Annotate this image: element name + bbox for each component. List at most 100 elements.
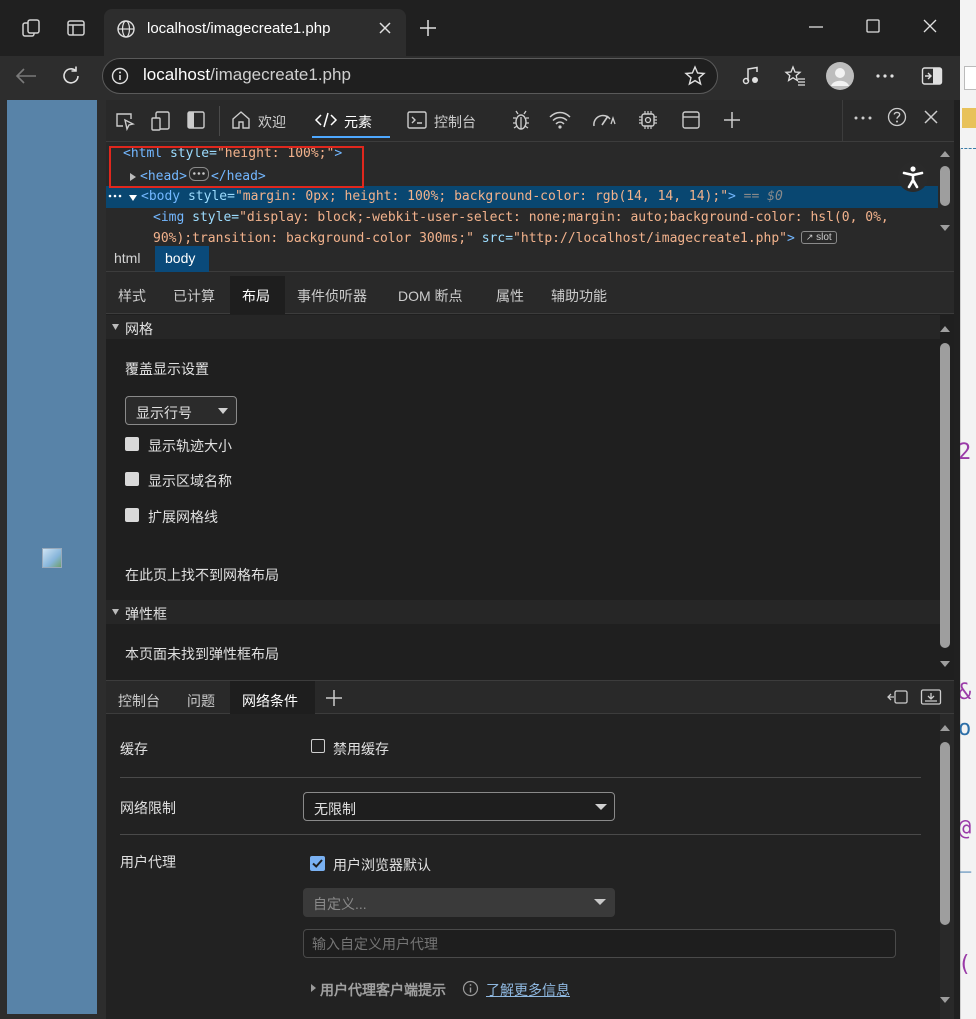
layout-scroll-up-icon[interactable]: [939, 325, 951, 333]
ua-default-label: 用户浏览器默认: [333, 857, 431, 873]
sources-bug-icon[interactable]: [510, 109, 532, 131]
network-conditions-panel: [106, 714, 940, 1019]
devtools-more-icon[interactable]: [853, 115, 873, 121]
subtab-styles[interactable]: 样式: [118, 286, 146, 306]
disable-cache-checkbox[interactable]: [311, 739, 325, 753]
refresh-icon[interactable]: [60, 65, 82, 87]
url-host: localhost: [143, 65, 211, 84]
minimize-icon[interactable]: [808, 19, 824, 35]
drawer-dock-icon[interactable]: [920, 688, 942, 706]
maximize-icon[interactable]: [865, 18, 881, 34]
active-tab-indicator: [312, 136, 390, 138]
window-close-icon[interactable]: [922, 18, 938, 34]
dom-img-node-line2[interactable]: 90%);transition: background-color 300ms;…: [153, 231, 837, 245]
tab-welcome[interactable]: 欢迎: [230, 108, 290, 134]
dom-body-node[interactable]: <body style="margin: 0px; height: 100%; …: [141, 189, 783, 204]
drawer-scroll-up-icon[interactable]: [939, 724, 951, 732]
chevron-down-icon: [593, 898, 607, 906]
body-attr-value: "margin: 0px; height: 100%; background-c…: [234, 189, 729, 204]
ua-custom-value: 自定义...: [313, 896, 367, 912]
ua-client-hints-label[interactable]: 用户代理客户端提示: [320, 980, 446, 1000]
selected-node-marker: == $0: [735, 189, 783, 204]
drawer-tab-console[interactable]: 控制台: [118, 691, 160, 711]
subtab-dom-breakpoints[interactable]: DOM 断点: [398, 286, 463, 306]
drawer-tab-issues[interactable]: 问题: [187, 691, 215, 711]
devtools-close-icon[interactable]: [923, 109, 939, 125]
learn-more-link[interactable]: 了解更多信息: [486, 980, 570, 1000]
layout-scrollbar-thumb[interactable]: [940, 343, 950, 648]
profile-avatar[interactable]: [826, 62, 854, 90]
throttling-select[interactable]: 无限制: [303, 792, 615, 821]
favorites-icon[interactable]: [784, 65, 806, 87]
overlay-settings-label: 覆盖显示设置: [125, 361, 209, 377]
layout-scroll-down-icon[interactable]: [939, 660, 951, 668]
toggle-sidebar-icon[interactable]: [186, 110, 206, 130]
subtab-computed[interactable]: 已计算: [173, 286, 215, 306]
media-control-icon[interactable]: [741, 66, 761, 86]
broken-image-icon: [42, 548, 62, 568]
memory-chip-icon[interactable]: [637, 109, 659, 131]
subtab-event-listeners[interactable]: 事件侦听器: [297, 286, 367, 306]
tab-welcome-label: 欢迎: [258, 114, 286, 130]
drawer-move-icon[interactable]: [887, 688, 909, 706]
drawer-tab-network-conditions[interactable]: 网络条件: [242, 691, 298, 711]
subtab-properties[interactable]: 属性: [496, 286, 524, 306]
subtab-layout[interactable]: 布局: [242, 286, 270, 306]
grid-line-labels-value: 显示行号: [136, 405, 192, 421]
device-emulation-icon[interactable]: [150, 110, 172, 132]
collapse-body-triangle-icon[interactable]: [128, 194, 138, 202]
node-actions-ellipsis-icon[interactable]: [108, 194, 122, 198]
url-text[interactable]: localhost/imagecreate1.php: [143, 65, 351, 85]
ua-custom-select[interactable]: 自定义...: [303, 888, 615, 917]
more-tools-plus-icon[interactable]: [723, 111, 741, 129]
extend-lines-checkbox[interactable]: [125, 508, 139, 522]
flex-section-title: 弹性框: [125, 606, 167, 622]
application-panel-icon[interactable]: [681, 110, 701, 130]
grid-collapse-triangle-icon[interactable]: [111, 323, 120, 331]
accessibility-person-icon[interactable]: [897, 161, 929, 193]
track-sizes-checkbox[interactable]: [125, 437, 139, 451]
drawer-add-tab-icon[interactable]: [325, 689, 343, 707]
tab-actions-icon[interactable]: [66, 18, 86, 38]
chevron-down-icon: [594, 803, 608, 811]
performance-gauge-icon[interactable]: [591, 110, 617, 130]
help-icon[interactable]: [887, 107, 907, 127]
dom-scroll-up-icon[interactable]: [939, 150, 951, 158]
drawer-scrollbar-thumb[interactable]: [940, 742, 950, 925]
breadcrumb-html[interactable]: html: [114, 250, 140, 266]
img-style-attr: style=: [184, 210, 240, 225]
grid-line-labels-select[interactable]: 显示行号: [125, 396, 237, 425]
back-icon[interactable]: [14, 66, 38, 86]
img-style-value-cont: 90%);transition: background-color 300ms;…: [153, 231, 474, 245]
dom-scrollbar-thumb[interactable]: [940, 166, 950, 206]
inspect-element-icon[interactable]: [114, 111, 136, 131]
favorite-star-icon[interactable]: [684, 65, 706, 87]
ua-hints-triangle-icon[interactable]: [310, 983, 317, 993]
tab-close-icon[interactable]: [378, 21, 392, 35]
network-wifi-icon[interactable]: [548, 110, 572, 130]
breadcrumb: [106, 246, 954, 272]
breadcrumb-body[interactable]: body: [165, 250, 195, 266]
disable-cache-label: 禁用缓存: [333, 741, 389, 757]
tab-console[interactable]: 控制台: [406, 108, 486, 134]
tab-elements-label: 元素: [344, 114, 372, 130]
dom-img-node[interactable]: <img style="display: block;-webkit-user-…: [153, 210, 889, 225]
area-names-checkbox[interactable]: [125, 472, 139, 486]
drawer-scroll-down-icon[interactable]: [939, 996, 951, 1004]
tab-elements[interactable]: 元素: [312, 108, 390, 138]
flex-collapse-triangle-icon[interactable]: [111, 608, 120, 616]
ua-default-checkbox[interactable]: [310, 856, 325, 871]
flex-section-header[interactable]: [106, 600, 940, 624]
grid-section-header[interactable]: [106, 315, 940, 339]
subtab-accessibility[interactable]: 辅助功能: [551, 286, 607, 306]
slot-badge[interactable]: ↗ slot: [800, 231, 837, 244]
more-menu-icon[interactable]: [875, 73, 895, 79]
new-tab-icon[interactable]: [418, 18, 438, 38]
workspaces-icon[interactable]: [20, 17, 42, 39]
info-icon: [462, 980, 479, 997]
dom-scroll-down-icon[interactable]: [939, 224, 951, 232]
ua-custom-input[interactable]: [303, 929, 896, 958]
site-info-icon[interactable]: [111, 67, 129, 85]
devtools-dock-icon[interactable]: [921, 66, 943, 86]
toolbar-divider: [219, 106, 220, 136]
